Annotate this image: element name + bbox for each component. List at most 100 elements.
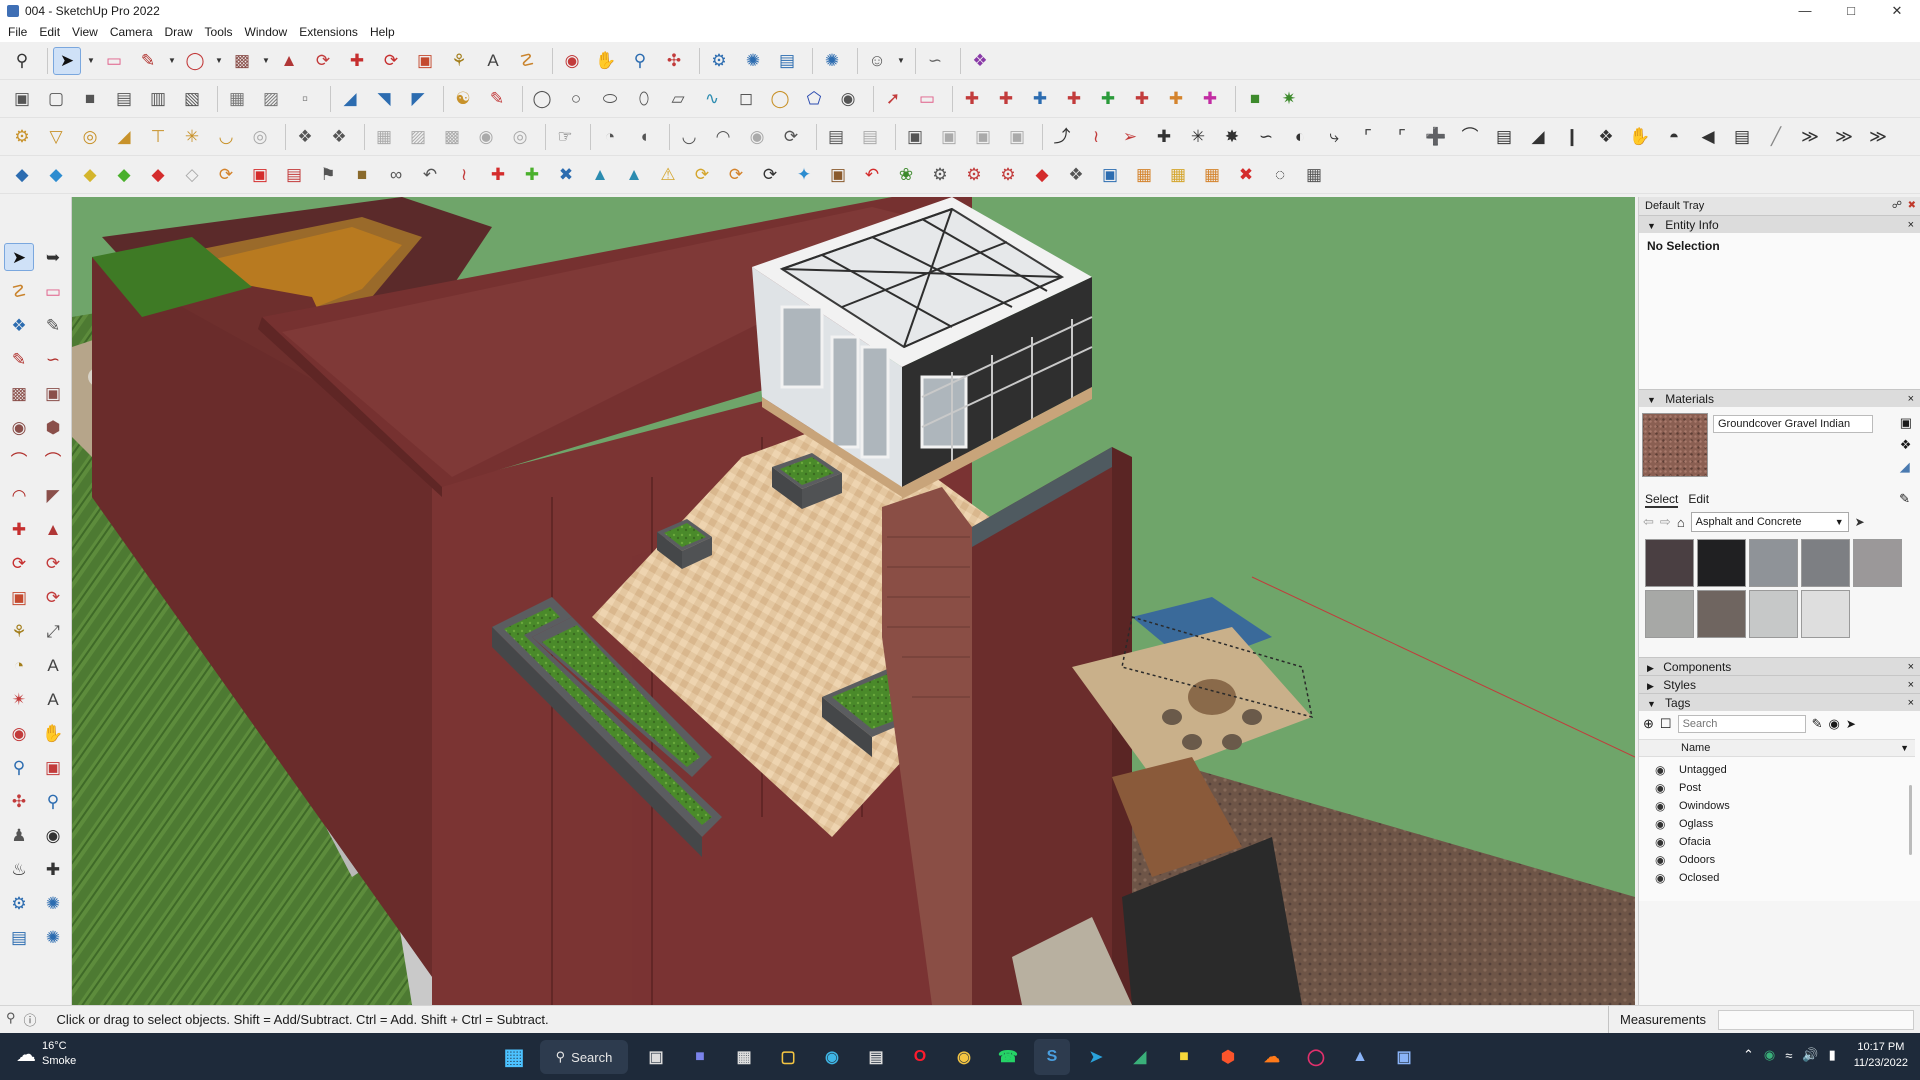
chevron-up-icon[interactable]: ⌃ <box>1743 1047 1754 1063</box>
position-camera-icon[interactable]: ♟ <box>4 821 34 849</box>
menu-edit[interactable]: Edit <box>33 22 66 42</box>
back-view-icon[interactable]: ▥ <box>144 85 172 113</box>
extension-manager-icon[interactable]: ✺ <box>38 923 68 951</box>
path-icon[interactable]: ≀ <box>1082 123 1110 151</box>
orbit-select-icon[interactable]: ➥ <box>38 243 68 271</box>
x-shape-icon[interactable]: ✖ <box>552 161 580 189</box>
telegram-icon[interactable]: ➤ <box>1078 1039 1114 1075</box>
tags-search-input[interactable] <box>1677 715 1806 733</box>
close-icon[interactable]: ✖ <box>1908 200 1916 211</box>
offset-icon[interactable]: ⟳ <box>38 583 68 611</box>
tag-row[interactable]: ◉ Oclosed <box>1639 869 1909 887</box>
arc-2pt-icon[interactable]: ⌒ <box>38 447 68 475</box>
menu-draw[interactable]: Draw <box>159 22 199 42</box>
details-arrow-icon[interactable]: ➤ <box>1855 515 1865 529</box>
material-name-field[interactable]: Groundcover Gravel Indian <box>1713 415 1873 433</box>
zoom-icon[interactable]: ⚲ <box>4 753 34 781</box>
material-swatch[interactable] <box>1801 539 1850 587</box>
menu-extensions[interactable]: Extensions <box>293 22 364 42</box>
grid-tool-icon[interactable]: ◉ <box>472 123 500 151</box>
app-icon[interactable]: ◢ <box>1122 1039 1158 1075</box>
face-tool-icon[interactable]: ◆ <box>110 161 138 189</box>
axis-move-icon[interactable]: ✚ <box>1196 85 1224 113</box>
text-tool-icon[interactable]: A <box>479 47 507 75</box>
axis-move-icon[interactable]: ✚ <box>1026 85 1054 113</box>
path-icon[interactable]: ╱ <box>1762 123 1790 151</box>
axis-move-icon[interactable]: ✚ <box>1128 85 1156 113</box>
link-icon[interactable]: ∞ <box>382 161 410 189</box>
iso-view-icon[interactable]: ▣ <box>8 85 36 113</box>
bend-icon[interactable]: ◡ <box>675 123 703 151</box>
tag-row[interactable]: ◉ Oglass <box>1639 815 1909 833</box>
sandbox-icon[interactable]: ∽ <box>921 47 949 75</box>
visibility-eye-icon[interactable]: ◉ <box>1655 763 1671 777</box>
close-icon[interactable]: × <box>1908 676 1914 694</box>
entity-info-header[interactable]: ▼ Entity Info × <box>1639 215 1920 233</box>
paint-bucket-icon[interactable]: ☡ <box>513 47 541 75</box>
material-swatch[interactable] <box>1697 590 1746 638</box>
cross-icon[interactable]: ✚ <box>484 161 512 189</box>
path-icon[interactable]: ⤴ <box>1048 123 1076 151</box>
rotate-icon[interactable]: ⟳ <box>4 549 34 577</box>
close-icon[interactable]: × <box>1908 390 1914 408</box>
calculator-icon[interactable]: ▦ <box>726 1039 762 1075</box>
3d-text-icon[interactable]: A <box>38 685 68 713</box>
dynamic-component-icon[interactable]: ❖ <box>966 47 994 75</box>
geolocation-icon[interactable]: ⚲ <box>6 1010 16 1029</box>
path-icon[interactable]: ✳ <box>1184 123 1212 151</box>
square-icon[interactable]: ▣ <box>246 161 274 189</box>
sticky-notes-icon[interactable]: ■ <box>1166 1039 1202 1075</box>
tape-measure-icon[interactable]: ⚘ <box>445 47 473 75</box>
zoom-extents-icon[interactable]: ✣ <box>4 787 34 815</box>
details-arrow-icon[interactable]: ➤ <box>1846 717 1856 731</box>
chevron-down-icon[interactable]: ▼ <box>87 56 95 65</box>
styles-header[interactable]: ▶ Styles × <box>1639 675 1920 693</box>
shape-tool-icon[interactable]: ○ <box>562 85 590 113</box>
flag-icon[interactable]: ⚑ <box>314 161 342 189</box>
tile-icon[interactable]: ▦ <box>1164 161 1192 189</box>
back-arrow-icon[interactable]: ⇦ <box>1643 514 1654 530</box>
tag-row[interactable]: ◉ Owindows <box>1639 797 1909 815</box>
path-icon[interactable]: ▤ <box>1490 123 1518 151</box>
network-app-icon[interactable]: ◉ <box>1764 1047 1775 1063</box>
sketchup-taskbar-icon[interactable]: S <box>1034 1039 1070 1075</box>
section-plane-icon[interactable]: ◢ <box>336 85 364 113</box>
hidden-line-icon[interactable]: ▫ <box>291 85 319 113</box>
tag-row[interactable]: ◉ Post <box>1639 779 1909 797</box>
eraser-icon[interactable]: ▭ <box>913 85 941 113</box>
chevron-down-icon[interactable]: ▼ <box>262 56 270 65</box>
pencil-icon[interactable]: ✎ <box>4 345 34 373</box>
follow-me-icon[interactable]: ⟳ <box>309 47 337 75</box>
select-tool-icon[interactable]: ➤ <box>53 46 81 75</box>
extension-manager-icon[interactable]: ✺ <box>818 47 846 75</box>
freehand-icon[interactable]: ∽ <box>38 345 68 373</box>
section-plane-icon[interactable]: ✚ <box>38 855 68 883</box>
undo-curve-icon[interactable]: ↶ <box>858 161 886 189</box>
material-swatch[interactable] <box>1853 539 1902 587</box>
chrome-icon[interactable]: ◉ <box>946 1039 982 1075</box>
tags-column-header[interactable]: Name ▼ <box>1639 739 1915 757</box>
section-cut-icon[interactable]: ◥ <box>370 85 398 113</box>
path-icon[interactable]: ∽ <box>1252 123 1280 151</box>
shape-tool-icon[interactable]: ◯ <box>528 85 556 113</box>
grid-icon[interactable]: ▦ <box>1300 161 1328 189</box>
volume-icon[interactable]: 🔊 <box>1802 1047 1818 1063</box>
move-icon[interactable]: ✚ <box>343 47 371 75</box>
select-hand-icon[interactable]: ☞ <box>551 123 579 151</box>
orbit-icon[interactable]: ◉ <box>558 47 586 75</box>
orbit-icon[interactable]: ◉ <box>4 719 34 747</box>
material-swatch[interactable] <box>1697 539 1746 587</box>
warehouse-icon[interactable]: ⚙ <box>705 47 733 75</box>
menu-help[interactable]: Help <box>364 22 401 42</box>
text-tool-icon[interactable]: A <box>38 651 68 679</box>
path-icon[interactable]: ▤ <box>1728 123 1756 151</box>
warning-icon[interactable]: ⚠ <box>654 161 682 189</box>
axes-icon[interactable]: ✴ <box>4 685 34 713</box>
dimension-icon[interactable]: ⤢ <box>38 617 68 645</box>
path-icon[interactable]: ⌜ <box>1388 123 1416 151</box>
start-button[interactable]: ▦ <box>496 1039 532 1075</box>
path-icon[interactable]: ➢ <box>1116 123 1144 151</box>
loop-icon[interactable]: ⟳ <box>212 161 240 189</box>
path-icon[interactable]: ⌒ <box>1456 123 1484 151</box>
tee-icon[interactable]: ⊤ <box>144 123 172 151</box>
